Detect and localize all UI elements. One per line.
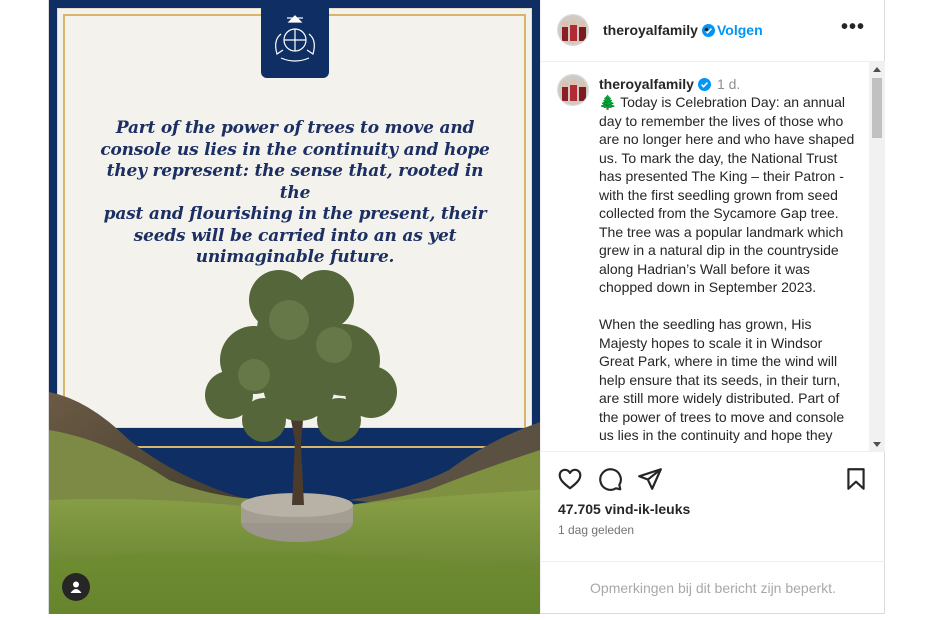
scrollbar[interactable]: [869, 62, 885, 451]
verified-icon: [697, 78, 711, 94]
caption-text: 🌲 Today is Celebration Day: an annual da…: [599, 94, 855, 443]
bookmark-icon[interactable]: [843, 466, 869, 492]
more-options-button[interactable]: •••: [841, 16, 865, 39]
caption-time[interactable]: 1 d.: [717, 76, 740, 92]
caption-header: theroyalfamily 1 d.: [599, 76, 740, 94]
username-link[interactable]: theroyalfamily: [603, 22, 715, 40]
heart-icon[interactable]: [557, 466, 583, 492]
share-icon[interactable]: [637, 466, 663, 492]
comments-restricted-notice: Opmerkingen bij dit bericht zijn beperkt…: [541, 561, 885, 614]
action-bar: [541, 452, 885, 504]
scroll-down-icon[interactable]: [873, 442, 881, 447]
like-count[interactable]: 47.705 vind-ik-leuks: [558, 501, 690, 517]
post-image[interactable]: Part of the power of trees to move and c…: [49, 0, 540, 614]
avatar[interactable]: [557, 14, 589, 46]
post-date[interactable]: 1 dag geleden: [558, 523, 634, 537]
separator-dot: •: [704, 21, 709, 37]
username[interactable]: theroyalfamily: [603, 22, 698, 38]
caption-username[interactable]: theroyalfamily: [599, 76, 694, 92]
scroll-up-icon[interactable]: [873, 67, 881, 72]
post-dialog: Part of the power of trees to move and c…: [48, 0, 885, 614]
sycamore-gap-scene: [49, 270, 540, 614]
avatar[interactable]: [557, 74, 589, 106]
comment-icon[interactable]: [597, 466, 623, 492]
caption-area[interactable]: theroyalfamily 1 d. 🌲 Today is Celebratio…: [541, 62, 885, 452]
scroll-thumb[interactable]: [872, 78, 882, 138]
user-tag-icon[interactable]: [62, 573, 90, 601]
follow-button[interactable]: Volgen: [717, 22, 763, 38]
post-header: theroyalfamily • Volgen •••: [541, 0, 885, 62]
post-sidebar: theroyalfamily • Volgen ••• theroyalfami…: [540, 0, 885, 614]
